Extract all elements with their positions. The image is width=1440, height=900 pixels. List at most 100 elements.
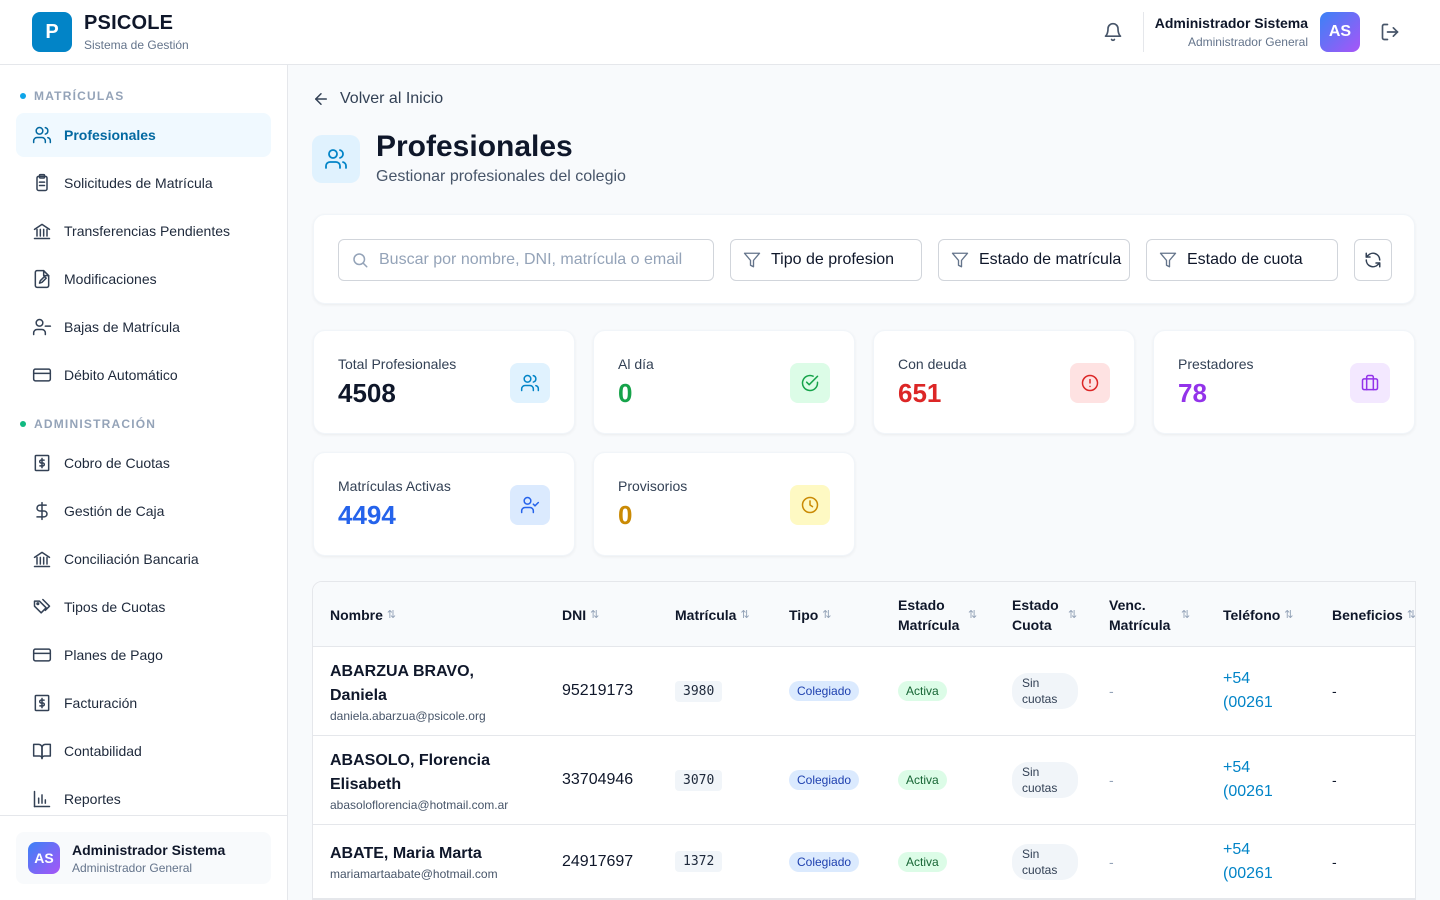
cell-venc: - <box>1109 772 1114 788</box>
sidebar-item-conciliacion[interactable]: Conciliación Bancaria <box>16 537 271 581</box>
sidebar-item-facturacion[interactable]: Facturación <box>16 681 271 725</box>
stat-con-deuda: Con deuda 651 <box>873 330 1135 434</box>
brand-subtitle: Sistema de Gestión <box>84 38 189 52</box>
sidebar-item-contabilidad[interactable]: Contabilidad <box>16 729 271 773</box>
cuota-badge: Sin cuotas <box>1012 843 1078 880</box>
cell-estado-matricula: Activa <box>898 736 947 824</box>
search-input[interactable] <box>379 251 699 269</box>
column-header-label: Estado Cuota <box>1012 596 1059 633</box>
sidebar-user-name: Administrador Sistema <box>72 842 226 858</box>
user-minus-icon <box>32 318 52 336</box>
professional-email: abasoloflorencia@hotmail.com.ar <box>330 797 509 812</box>
cell-dni: 95219173 <box>562 682 634 699</box>
back-to-home-link[interactable]: Volver al Inicio <box>312 90 443 108</box>
column-header-dni[interactable]: DNI ⇅ <box>562 582 599 647</box>
phone-link[interactable]: +54 (00261 <box>1223 838 1293 886</box>
cell-estado-cuota: Sin cuotas <box>1012 736 1078 824</box>
cell-matricula: 3070 <box>675 736 723 824</box>
cell-telefono: +54 (00261 <box>1223 736 1293 824</box>
sidebar-item-label: Profesionales <box>64 127 156 143</box>
app-logo[interactable]: P <box>32 12 72 52</box>
stat-al-dia: Al día 0 <box>593 330 855 434</box>
sidebar-item-planes-pago[interactable]: Planes de Pago <box>16 633 271 677</box>
column-header-label: Matrícula <box>675 606 737 623</box>
refresh-button[interactable] <box>1354 239 1392 281</box>
users-icon <box>32 126 52 144</box>
sidebar-item-label: Débito Automático <box>64 367 178 383</box>
sidebar-item-profesionales[interactable]: Profesionales <box>16 113 271 157</box>
sidebar-item-label: Gestión de Caja <box>64 503 165 519</box>
sidebar-item-transferencias[interactable]: Transferencias Pendientes <box>16 209 271 253</box>
search-box[interactable] <box>338 239 714 281</box>
column-header-estado-matricula[interactable]: Estado Matrícula ⇅ <box>898 582 982 647</box>
sidebar-user-card[interactable]: AS Administrador Sistema Administrador G… <box>16 832 271 884</box>
page-subtitle: Gestionar profesionales del colegio <box>376 168 626 185</box>
column-header-estado-cuota[interactable]: Estado Cuota ⇅ <box>1012 582 1082 647</box>
sort-icon: ⇅ <box>968 608 978 621</box>
credit-card-icon <box>32 648 52 662</box>
matricula-code: 3070 <box>675 769 723 791</box>
sidebar-item-gestion-caja[interactable]: Gestión de Caja <box>16 489 271 533</box>
header-avatar[interactable]: AS <box>1320 12 1360 52</box>
section-label-text: MATRÍCULAS <box>34 89 125 103</box>
phone-link[interactable]: +54 (00261 <box>1223 667 1293 715</box>
sidebar-item-solicitudes[interactable]: Solicitudes de Matrícula <box>16 161 271 205</box>
table-row[interactable]: ABASOLO, Florencia Elisabeth abasoloflore… <box>313 736 1415 825</box>
section-label-text: ADMINISTRACIÓN <box>34 417 157 431</box>
sidebar-item-tipos-cuotas[interactable]: Tipos de Cuotas <box>16 585 271 629</box>
cell-beneficios: - <box>1332 772 1337 788</box>
column-header-venc-matricula[interactable]: Venc. Matrícula ⇅ <box>1109 582 1195 647</box>
cell-dni: 33704946 <box>562 771 634 788</box>
search-icon <box>353 253 368 268</box>
sort-icon: ⇅ <box>1284 608 1294 621</box>
stat-value: 0 <box>618 500 633 530</box>
stat-value: 0 <box>618 378 633 408</box>
phone-link[interactable]: +54 (00261 <box>1223 756 1293 804</box>
page-title: Profesionales <box>376 130 573 163</box>
table-row[interactable]: ABARZUA BRAVO, Daniela daniela.abarzua@ps… <box>313 647 1415 736</box>
column-header-label: Teléfono <box>1223 606 1281 623</box>
table-row[interactable]: ABATE, Maria Marta mariamartaabate@hotmai… <box>313 825 1415 899</box>
status-badge: Activa <box>898 681 947 701</box>
filter-icon <box>743 252 761 268</box>
sidebar-item-cobro-cuotas[interactable]: Cobro de Cuotas <box>16 441 271 485</box>
dollar-icon <box>36 501 48 521</box>
cell-tipo: Colegiado <box>789 825 860 898</box>
sidebar-footer: AS Administrador Sistema Administrador G… <box>0 815 287 900</box>
sidebar-item-bajas[interactable]: Bajas de Matrícula <box>16 305 271 349</box>
logout-icon[interactable] <box>1378 20 1402 44</box>
sidebar-user-role: Administrador General <box>72 861 193 875</box>
column-header-telefono[interactable]: Teléfono ⇅ <box>1223 582 1294 647</box>
stat-label: Prestadores <box>1178 356 1254 372</box>
cell-beneficios: - <box>1332 683 1337 699</box>
sidebar-item-debito[interactable]: Débito Automático <box>16 353 271 397</box>
column-header-label: Nombre <box>330 606 383 623</box>
notifications-bell-icon[interactable] <box>1101 20 1125 44</box>
stat-prestadores: Prestadores 78 <box>1153 330 1415 434</box>
column-header-nombre[interactable]: Nombre ⇅ <box>330 582 396 647</box>
stat-value: 651 <box>898 378 942 408</box>
column-header-tipo[interactable]: Tipo ⇅ <box>789 582 832 647</box>
column-header-matricula[interactable]: Matrícula ⇅ <box>675 582 750 647</box>
cell-nombre: ABARZUA BRAVO, Daniela daniela.abarzua@ps… <box>330 647 530 735</box>
column-header-beneficios[interactable]: Beneficios ⇅ <box>1332 582 1415 647</box>
cell-dni: 24917697 <box>562 852 634 870</box>
filter-estado-matricula[interactable]: Estado de matrícula <box>938 239 1130 281</box>
cell-nombre: ABATE, Maria Marta mariamartaabate@hotmai… <box>330 825 550 898</box>
filter-tipo-profesion[interactable]: Tipo de profesion <box>730 239 922 281</box>
sidebar-section-administracion: ADMINISTRACIÓN <box>20 417 156 431</box>
column-header-label: Estado Matrícula <box>898 596 960 633</box>
sidebar-item-label: Contabilidad <box>64 743 142 759</box>
header-divider <box>1143 12 1144 52</box>
sidebar-item-label: Facturación <box>64 695 138 711</box>
filter-estado-cuota[interactable]: Estado de cuota <box>1146 239 1338 281</box>
cell-venc: - <box>1109 853 1114 870</box>
sidebar-item-label: Tipos de Cuotas <box>64 599 166 615</box>
filter-icon <box>1159 252 1177 268</box>
credit-card-icon <box>32 368 52 382</box>
status-badge: Activa <box>898 770 947 790</box>
sidebar-item-modificaciones[interactable]: Modificaciones <box>16 257 271 301</box>
alert-circle-icon <box>1070 363 1110 403</box>
section-dot <box>20 93 26 99</box>
stat-label: Al día <box>618 356 654 372</box>
